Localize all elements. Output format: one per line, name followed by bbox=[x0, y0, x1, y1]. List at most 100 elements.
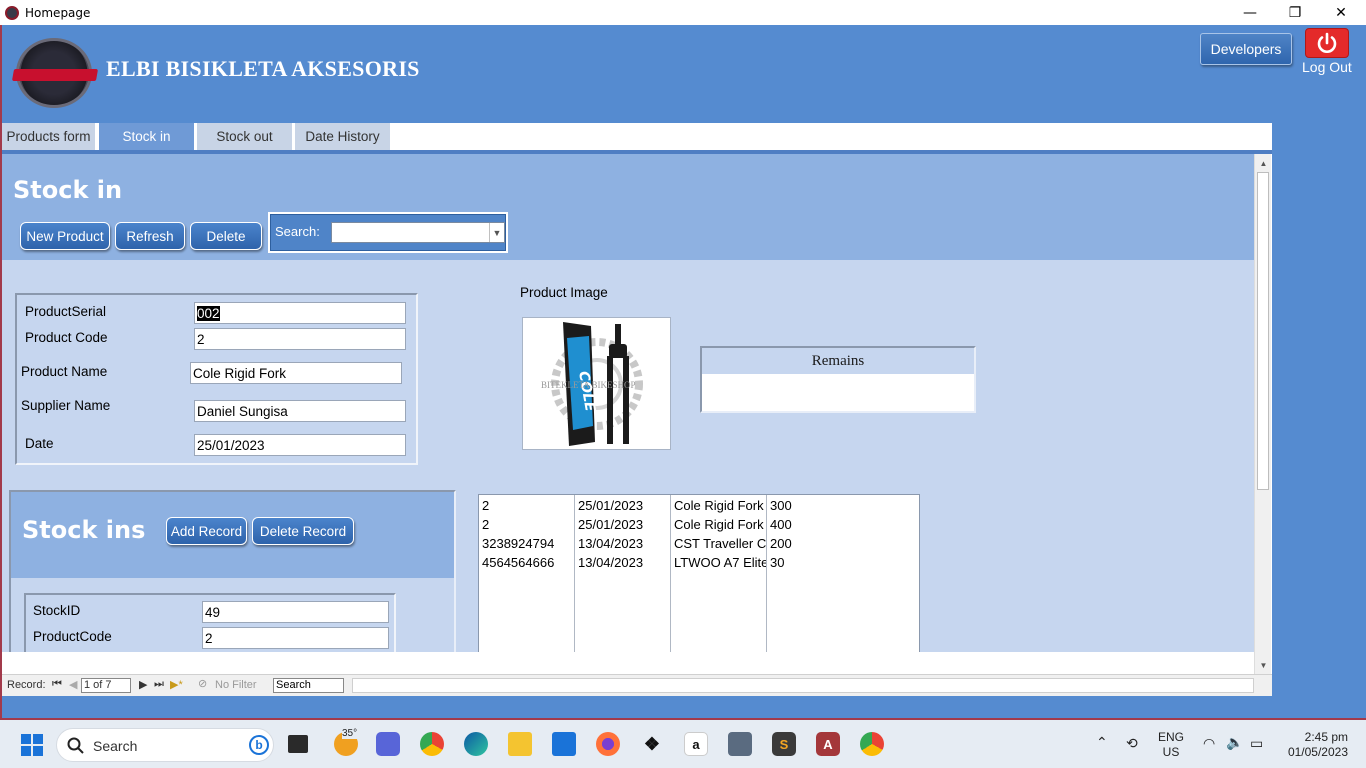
last-record-icon[interactable]: ⏭ bbox=[154, 678, 164, 691]
list-item[interactable]: 2 25/01/2023 Cole Rigid Fork 300 bbox=[479, 496, 919, 515]
clock-time: 2:45 pm bbox=[1304, 730, 1348, 744]
brand-logo bbox=[11, 38, 99, 108]
developers-button[interactable]: Developers bbox=[1200, 33, 1292, 65]
remains-panel: Remains bbox=[700, 346, 976, 413]
product-serial-label: ProductSerial bbox=[25, 304, 107, 319]
clock[interactable]: 2:45 pm 01/05/2023 bbox=[1282, 730, 1348, 760]
next-record-icon[interactable]: ▶ bbox=[139, 678, 147, 691]
list-item[interactable]: 2 25/01/2023 Cole Rigid Fork 400 bbox=[479, 515, 919, 534]
date-field[interactable]: 25/01/2023 bbox=[194, 434, 406, 456]
network-tray-icon[interactable]: ⟲ bbox=[1126, 735, 1138, 752]
date-label: Date bbox=[25, 436, 54, 451]
taskbar-search-placeholder: Search bbox=[93, 738, 138, 754]
product-code-label: Product Code bbox=[25, 330, 108, 345]
delete-button[interactable]: Delete bbox=[190, 222, 262, 250]
firefox-icon[interactable] bbox=[596, 732, 620, 756]
filter-icon[interactable]: ⊘ bbox=[198, 677, 207, 690]
product-serial-field[interactable]: 002 bbox=[194, 302, 406, 324]
refresh-button[interactable]: Refresh bbox=[115, 222, 185, 250]
app-header: ELBI BISIKLETA AKSESORIS Developers Log … bbox=[2, 25, 1366, 123]
list-date: 13/04/2023 bbox=[578, 555, 644, 570]
record-search-field[interactable]: Search bbox=[273, 678, 344, 693]
logout-button[interactable] bbox=[1305, 28, 1349, 58]
file-explorer-icon[interactable] bbox=[508, 732, 532, 756]
vertical-scrollbar[interactable]: ▲ ▼ bbox=[1254, 154, 1271, 674]
product-name-label: Product Name bbox=[21, 364, 108, 379]
search-combobox[interactable]: ▼ bbox=[331, 222, 505, 243]
windows-start-icon[interactable] bbox=[20, 733, 44, 757]
volume-icon[interactable]: 🔈 bbox=[1226, 734, 1243, 751]
stock-in-form: Stock in New Product Refresh Delete Sear… bbox=[2, 154, 1254, 652]
clock-date: 01/05/2023 bbox=[1287, 745, 1348, 759]
restore-button[interactable]: ❐ bbox=[1272, 0, 1318, 25]
list-qty: 200 bbox=[770, 536, 792, 551]
sublime-icon[interactable]: S bbox=[772, 732, 796, 756]
amazon-icon[interactable]: a bbox=[684, 732, 708, 756]
logout-label[interactable]: Log Out bbox=[1302, 59, 1352, 75]
camera-icon[interactable] bbox=[728, 732, 752, 756]
no-filter-label[interactable]: No Filter bbox=[215, 679, 257, 691]
tab-stock-out[interactable]: Stock out bbox=[197, 123, 292, 150]
product-code-field[interactable]: 2 bbox=[194, 328, 406, 350]
task-view-icon[interactable] bbox=[288, 735, 308, 753]
brand-name: ELBI BISIKLETA AKSESORIS bbox=[106, 56, 420, 81]
horizontal-scrollbar[interactable] bbox=[352, 678, 1254, 693]
previous-record-icon[interactable]: ◀ bbox=[69, 678, 77, 691]
list-code: 2 bbox=[482, 517, 490, 532]
language-indicator[interactable]: ENG US bbox=[1158, 730, 1184, 760]
list-qty: 30 bbox=[770, 555, 785, 570]
product-serial-value: 002 bbox=[197, 305, 220, 321]
list-item[interactable]: 4564564666 13/04/2023 LTWOO A7 Elite 30 bbox=[479, 553, 919, 572]
subform-title: Stock ins bbox=[22, 516, 146, 544]
mail-icon[interactable] bbox=[552, 732, 576, 756]
new-product-button[interactable]: New Product bbox=[20, 222, 110, 250]
chevron-down-icon[interactable]: ▼ bbox=[489, 223, 504, 242]
tab-date-history[interactable]: Date History bbox=[295, 123, 390, 150]
right-background bbox=[1272, 123, 1366, 718]
wifi-icon[interactable]: ◠ bbox=[1203, 735, 1215, 752]
add-record-button[interactable]: Add Record bbox=[166, 517, 247, 545]
supplier-name-label: Supplier Name bbox=[21, 398, 111, 413]
tab-stock-in[interactable]: Stock in bbox=[99, 123, 194, 150]
current-record-field[interactable]: 1 of 7 bbox=[81, 678, 131, 693]
stock-list[interactable]: 2 25/01/2023 Cole Rigid Fork 300 2 25/01… bbox=[478, 494, 920, 652]
stock-ins-subform: Stock ins Add Record Delete Record Stock… bbox=[9, 490, 456, 652]
bing-icon[interactable]: b bbox=[249, 735, 269, 755]
edge-icon[interactable] bbox=[464, 732, 488, 756]
list-code: 3238924794 bbox=[482, 536, 555, 551]
form-title: Stock in bbox=[13, 176, 123, 204]
chrome-profile-icon[interactable] bbox=[860, 732, 884, 756]
first-record-icon[interactable]: ⏮ bbox=[52, 678, 62, 691]
scroll-down-icon[interactable]: ▼ bbox=[1255, 658, 1272, 672]
new-record-icon[interactable]: ▶* bbox=[170, 678, 183, 691]
scrollbar-thumb[interactable] bbox=[1257, 172, 1269, 490]
list-item[interactable]: 3238924794 13/04/2023 CST Traveller C 20… bbox=[479, 534, 919, 553]
tab-products-form[interactable]: Products form bbox=[2, 123, 95, 150]
search-icon bbox=[67, 737, 84, 754]
window-title: Homepage bbox=[25, 5, 91, 20]
delete-record-button[interactable]: Delete Record bbox=[252, 517, 354, 545]
chevron-up-icon[interactable]: ⌃ bbox=[1096, 734, 1108, 751]
minimize-button[interactable]: — bbox=[1227, 0, 1273, 25]
stock-id-label: StockID bbox=[33, 603, 81, 618]
subform-product-code-field[interactable]: 2 bbox=[202, 627, 389, 649]
supplier-name-field[interactable]: Daniel Sungisa bbox=[194, 400, 406, 422]
list-code: 4564564666 bbox=[482, 555, 555, 570]
product-name-field[interactable]: Cole Rigid Fork bbox=[190, 362, 402, 384]
list-date: 13/04/2023 bbox=[578, 536, 644, 551]
image-watermark: BITEKLETA BIKESHOP bbox=[541, 380, 636, 390]
teams-icon[interactable] bbox=[376, 732, 400, 756]
subform-product-code-label: ProductCode bbox=[33, 629, 112, 644]
stock-id-field[interactable]: 49 bbox=[202, 601, 389, 623]
region-code: US bbox=[1162, 745, 1180, 759]
app-icon bbox=[5, 5, 19, 20]
dropbox-icon[interactable]: ❖ bbox=[640, 732, 664, 756]
battery-icon[interactable]: ▭ bbox=[1250, 735, 1263, 752]
scroll-up-icon[interactable]: ▲ bbox=[1255, 156, 1272, 170]
access-icon[interactable]: A bbox=[816, 732, 840, 756]
taskbar-search[interactable]: Search b bbox=[56, 728, 274, 762]
power-icon bbox=[1317, 32, 1337, 53]
language-code: ENG bbox=[1158, 730, 1185, 744]
close-button[interactable]: ✕ bbox=[1318, 0, 1364, 25]
chrome-icon[interactable] bbox=[420, 732, 444, 756]
